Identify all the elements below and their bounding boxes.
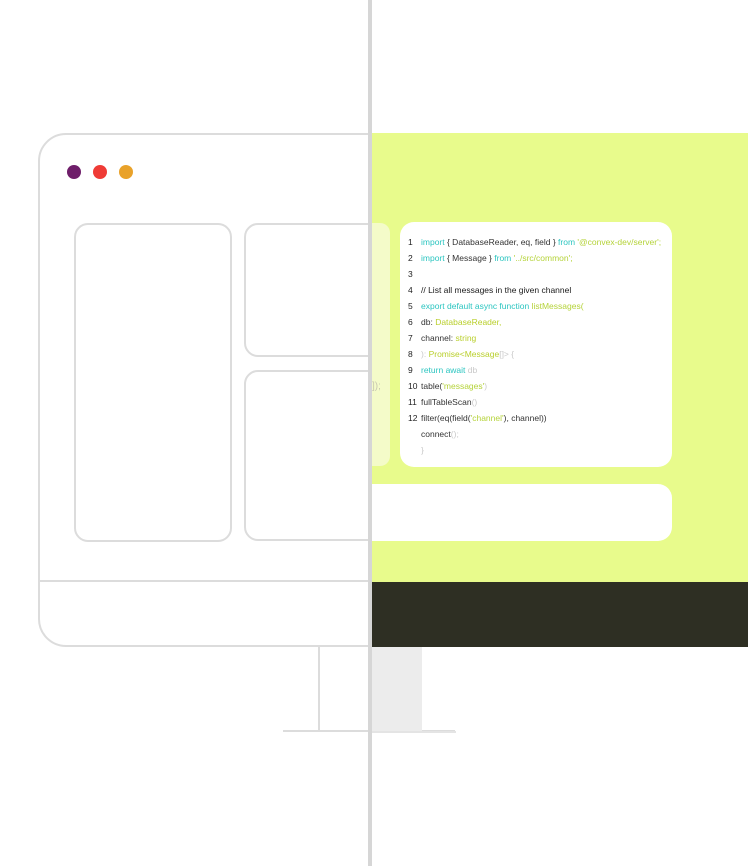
code-token: export default async function [421,301,530,311]
line-number: 2 [408,253,413,263]
code-token: () [471,397,478,407]
window-dot-purple [67,165,81,179]
monitor-stand [370,647,422,732]
code-text: table('messages') [421,379,487,393]
code-text: ): Promise<Message[]> { [421,347,514,361]
code-token: import [421,253,445,263]
code-text: filter(eq(field('channel'), channel)) [421,411,547,425]
code-text: import { Message } from '../src/common'; [421,251,573,265]
code-token: (); [450,429,459,439]
code-text: return await db [421,363,477,377]
code-token: connect [421,429,451,439]
code-token: filter(eq(field( [421,413,471,423]
code-text: fullTableScan() [421,395,477,409]
split-divider [368,0,372,866]
code-token: } [421,445,424,455]
code-token: 'messages' [442,381,485,391]
line-number: 8 [408,349,413,359]
line-number: 12 [408,413,418,423]
window-dot-yellow [119,165,133,179]
illustration-scene: ]); 1 import { DatabaseReader, eq, field … [0,0,748,866]
code-text: } [421,443,424,457]
code-fragment: ]); [372,381,381,392]
line-number: 3 [408,269,413,279]
side-panel-fragment [370,223,390,466]
line-number: 9 [408,365,413,375]
monitor-stand-base [370,731,456,733]
code-token: 'channel' [470,413,504,423]
code-token: '../src/common'; [511,253,573,263]
code-token: DatabaseReader, [435,317,502,327]
wireframe-taskbar-line [38,580,378,582]
code-token: import [421,237,445,247]
code-token: // List all messages in the given channe… [421,285,572,295]
code-token: string [455,333,477,343]
code-text: export default async function listMessag… [421,299,584,313]
line-number: 11 [408,397,417,407]
code-token: channel: [421,333,456,343]
line-number: 6 [408,317,413,327]
line-number: 1 [408,237,413,247]
code-token: from [494,253,512,263]
wireframe-sidebar-panel [74,223,232,542]
code-text: // List all messages in the given channe… [421,283,571,297]
code-token: Promise<Message [428,349,500,359]
code-text: channel: string [421,331,476,345]
monitor-taskbar [370,582,748,647]
code-token: { Message } [444,253,495,263]
code-token: db: [421,317,436,327]
code-text: connect(); [421,427,459,441]
window-dot-red [93,165,107,179]
line-number: 5 [408,301,413,311]
code-token: listMessages( [529,301,584,311]
line-number: 7 [408,333,413,343]
output-card [370,484,672,541]
code-token: db [465,365,478,375]
code-editor-card: 1 import { DatabaseReader, eq, field } fr… [400,222,672,467]
code-token: ): [421,349,429,359]
code-token: '@convex-dev/server'; [575,237,662,247]
code-token: return await [421,365,466,375]
line-number: 10 [408,381,418,391]
code-text: import { DatabaseReader, eq, field } fro… [421,235,661,249]
line-number: 4 [408,285,413,295]
code-token: from [558,237,576,247]
code-text: db: DatabaseReader, [421,315,501,329]
code-token: table( [421,381,443,391]
code-token: fullTableScan [421,397,472,407]
colored-monitor-half: ]); 1 import { DatabaseReader, eq, field … [370,0,748,866]
wireframe-stand [318,647,320,731]
code-token: { DatabaseReader, eq, field } [444,237,559,247]
code-token: []> { [499,349,515,359]
code-token: ) [484,381,488,391]
code-token: ), channel)) [503,413,547,423]
